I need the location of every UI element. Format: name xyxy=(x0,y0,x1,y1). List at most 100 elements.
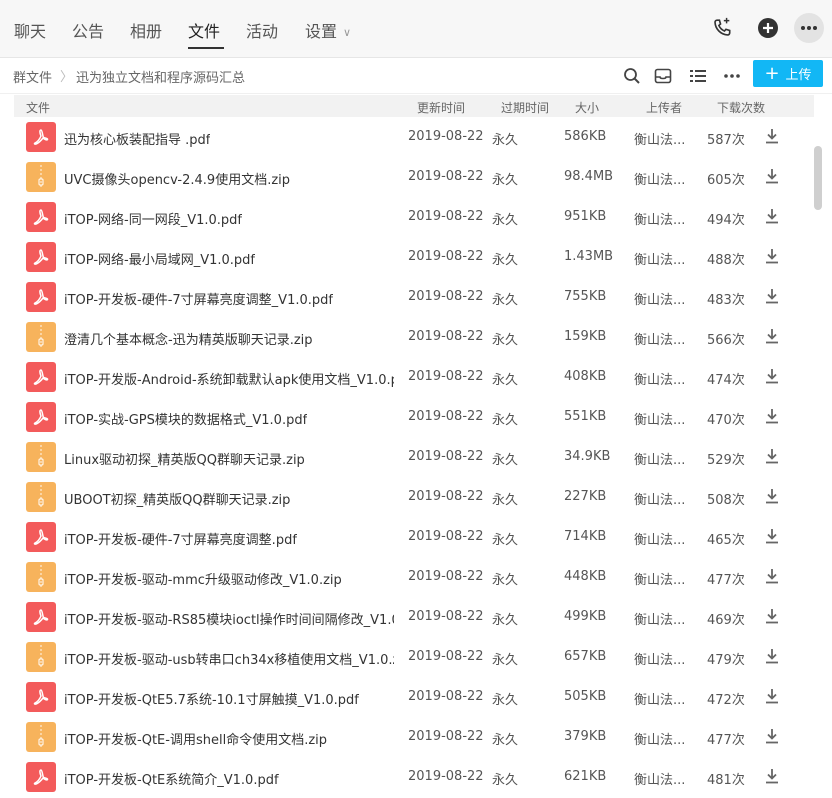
file-updated-date: 2019-08-22 xyxy=(408,409,484,424)
file-name[interactable]: UBOOT初探_精英版QQ群聊天记录.zip xyxy=(64,489,290,508)
file-uploader[interactable]: 衡山法... xyxy=(634,329,685,348)
pdf-file-icon xyxy=(26,362,56,392)
file-uploader[interactable]: 衡山法... xyxy=(634,369,685,388)
download-icon[interactable] xyxy=(764,247,780,265)
column-header-expiry[interactable]: 过期时间 xyxy=(501,99,549,116)
file-row[interactable]: UBOOT初探_精英版QQ群聊天记录.zip 2019-08-22 永久 227KB 衡… xyxy=(14,478,814,518)
file-row[interactable]: 澄清几个基本概念-迅为精英版聊天记录.zip 2019-08-22 永久 159KB 衡… xyxy=(14,318,814,358)
download-icon[interactable] xyxy=(764,567,780,585)
column-header-name[interactable]: 文件 xyxy=(26,99,50,116)
file-row[interactable]: iTOP-网络-同一网段_V1.0.pdf 2019-08-22 永久 951KB 衡山… xyxy=(14,198,814,238)
column-header-downloads[interactable]: 下载次数 xyxy=(717,99,765,116)
tab-album[interactable]: 相册 xyxy=(130,18,162,42)
download-icon[interactable] xyxy=(764,367,780,385)
file-uploader[interactable]: 衡山法... xyxy=(634,569,685,588)
file-uploader[interactable]: 衡山法... xyxy=(634,609,685,628)
download-icon[interactable] xyxy=(764,127,780,145)
file-row[interactable]: iTOP-开发板-驱动-RS85模块ioctl操作时间间隔修改_V1.0....… xyxy=(14,598,814,638)
file-row[interactable]: iTOP-开发板-硬件-7寸屏幕亮度调整_V1.0.pdf 2019-08-22 永… xyxy=(14,278,814,318)
file-expiry: 永久 xyxy=(492,253,519,268)
file-name[interactable]: iTOP-开发板-驱动-RS85模块ioctl操作时间间隔修改_V1.0.... xyxy=(64,609,394,628)
file-row[interactable]: iTOP-开发版-Android-系统卸载默认apk使用文档_V1.0.pdf 2… xyxy=(14,358,814,398)
scrollbar-thumb[interactable] xyxy=(814,146,822,210)
file-uploader[interactable]: 衡山法... xyxy=(634,249,685,268)
file-row[interactable]: iTOP-开发板-QtE5.7系统-10.1寸屏触摸_V1.0.pdf 2019-… xyxy=(14,678,814,718)
file-name[interactable]: iTOP-开发板-硬件-7寸屏幕亮度调整.pdf xyxy=(64,529,297,548)
file-uploader[interactable]: 衡山法... xyxy=(634,689,685,708)
download-icon[interactable] xyxy=(764,287,780,305)
file-uploader[interactable]: 衡山法... xyxy=(634,769,685,788)
download-icon[interactable] xyxy=(764,167,780,185)
tab-announcement[interactable]: 公告 xyxy=(72,18,104,42)
inbox-icon[interactable] xyxy=(652,65,674,87)
file-size: 408KB xyxy=(564,369,607,384)
tab-settings[interactable]: 设置 ∨ xyxy=(305,18,351,42)
tab-activity[interactable]: 活动 xyxy=(246,18,278,42)
download-icon[interactable] xyxy=(764,447,780,465)
file-row[interactable]: iTOP-开发板-QtE系统简介_V1.0.pdf 2019-08-22 永久 621… xyxy=(14,758,814,798)
file-uploader[interactable]: 衡山法... xyxy=(634,529,685,548)
upload-button[interactable]: + 上传 xyxy=(753,60,823,87)
file-download-count: 508次 xyxy=(707,493,745,508)
download-icon[interactable] xyxy=(764,767,780,785)
tab-chat[interactable]: 聊天 xyxy=(14,18,46,42)
file-row[interactable]: iTOP-开发板-驱动-mmc升级驱动修改_V1.0.zip 2019-08-22… xyxy=(14,558,814,598)
file-updated-date: 2019-08-22 xyxy=(408,769,484,784)
file-name[interactable]: iTOP-开发板-硬件-7寸屏幕亮度调整_V1.0.pdf xyxy=(64,289,333,308)
file-row[interactable]: UVC摄像头opencv-2.4.9使用文档.zip 2019-08-22 永久 98… xyxy=(14,158,814,198)
file-uploader[interactable]: 衡山法... xyxy=(634,649,685,668)
file-row[interactable]: iTOP-开发板-QtE-调用shell命令使用文档.zip 2019-08-22… xyxy=(14,718,814,758)
download-icon[interactable] xyxy=(764,607,780,625)
file-name[interactable]: iTOP-开发板-QtE5.7系统-10.1寸屏触摸_V1.0.pdf xyxy=(64,689,359,708)
file-uploader[interactable]: 衡山法... xyxy=(634,449,685,468)
file-row[interactable]: iTOP-实战-GPS模块的数据格式_V1.0.pdf 2019-08-22 永久 5… xyxy=(14,398,814,438)
file-name[interactable]: iTOP-开发版-Android-系统卸载默认apk使用文档_V1.0.pdf xyxy=(64,369,394,388)
tab-files[interactable]: 文件 xyxy=(188,18,220,42)
column-header-size[interactable]: 大小 xyxy=(575,99,599,116)
file-uploader[interactable]: 衡山法... xyxy=(634,129,685,148)
plus-circle-icon[interactable] xyxy=(754,14,782,42)
file-name[interactable]: iTOP-实战-GPS模块的数据格式_V1.0.pdf xyxy=(64,409,307,428)
file-row[interactable]: iTOP-网络-最小局域网_V1.0.pdf 2019-08-22 永久 1.43MB… xyxy=(14,238,814,278)
download-icon[interactable] xyxy=(764,487,780,505)
zip-file-icon xyxy=(26,322,56,352)
toolbar-more-icon[interactable] xyxy=(721,65,743,87)
download-icon[interactable] xyxy=(764,527,780,545)
more-icon[interactable] xyxy=(794,13,824,43)
file-name[interactable]: iTOP-网络-最小局域网_V1.0.pdf xyxy=(64,249,255,268)
file-uploader[interactable]: 衡山法... xyxy=(634,729,685,748)
column-header-uploader[interactable]: 上传者 xyxy=(646,99,682,116)
file-name[interactable]: iTOP-开发板-驱动-usb转串口ch34x移植使用文档_V1.0.zip xyxy=(64,649,394,668)
download-icon[interactable] xyxy=(764,407,780,425)
list-view-icon[interactable] xyxy=(687,65,709,87)
file-name[interactable]: UVC摄像头opencv-2.4.9使用文档.zip xyxy=(64,169,290,188)
breadcrumb-root[interactable]: 群文件 xyxy=(13,67,52,86)
file-name[interactable]: iTOP-网络-同一网段_V1.0.pdf xyxy=(64,209,242,228)
file-name[interactable]: 澄清几个基本概念-迅为精英版聊天记录.zip xyxy=(64,329,313,348)
file-name[interactable]: Linux驱动初探_精英版QQ群聊天记录.zip xyxy=(64,449,305,468)
file-name[interactable]: iTOP-开发板-驱动-mmc升级驱动修改_V1.0.zip xyxy=(64,569,342,588)
file-name[interactable]: 迅为核心板装配指导 .pdf xyxy=(64,129,210,148)
file-updated-date: 2019-08-22 xyxy=(408,609,484,624)
file-name[interactable]: iTOP-开发板-QtE系统简介_V1.0.pdf xyxy=(64,769,279,788)
column-header-updated[interactable]: 更新时间 xyxy=(417,99,465,116)
search-icon[interactable] xyxy=(621,65,643,87)
file-uploader[interactable]: 衡山法... xyxy=(634,209,685,228)
file-row[interactable]: Linux驱动初探_精英版QQ群聊天记录.zip 2019-08-22 永久 34.9… xyxy=(14,438,814,478)
file-uploader[interactable]: 衡山法... xyxy=(634,169,685,188)
file-uploader[interactable]: 衡山法... xyxy=(634,489,685,508)
file-row[interactable]: iTOP-开发板-硬件-7寸屏幕亮度调整.pdf 2019-08-22 永久 714K… xyxy=(14,518,814,558)
file-uploader[interactable]: 衡山法... xyxy=(634,409,685,428)
file-row[interactable]: 迅为核心板装配指导 .pdf 2019-08-22 永久 586KB 衡山法... 587… xyxy=(14,118,814,158)
download-icon[interactable] xyxy=(764,727,780,745)
pdf-file-icon xyxy=(26,242,56,272)
download-icon[interactable] xyxy=(764,647,780,665)
file-row[interactable]: iTOP-开发板-驱动-usb转串口ch34x移植使用文档_V1.0.zip 20… xyxy=(14,638,814,678)
file-uploader[interactable]: 衡山法... xyxy=(634,289,685,308)
scrollbar-track[interactable] xyxy=(814,118,822,794)
download-icon[interactable] xyxy=(764,687,780,705)
download-icon[interactable] xyxy=(764,207,780,225)
file-name[interactable]: iTOP-开发板-QtE-调用shell命令使用文档.zip xyxy=(64,729,327,748)
download-icon[interactable] xyxy=(764,327,780,345)
phone-icon[interactable] xyxy=(708,14,736,42)
